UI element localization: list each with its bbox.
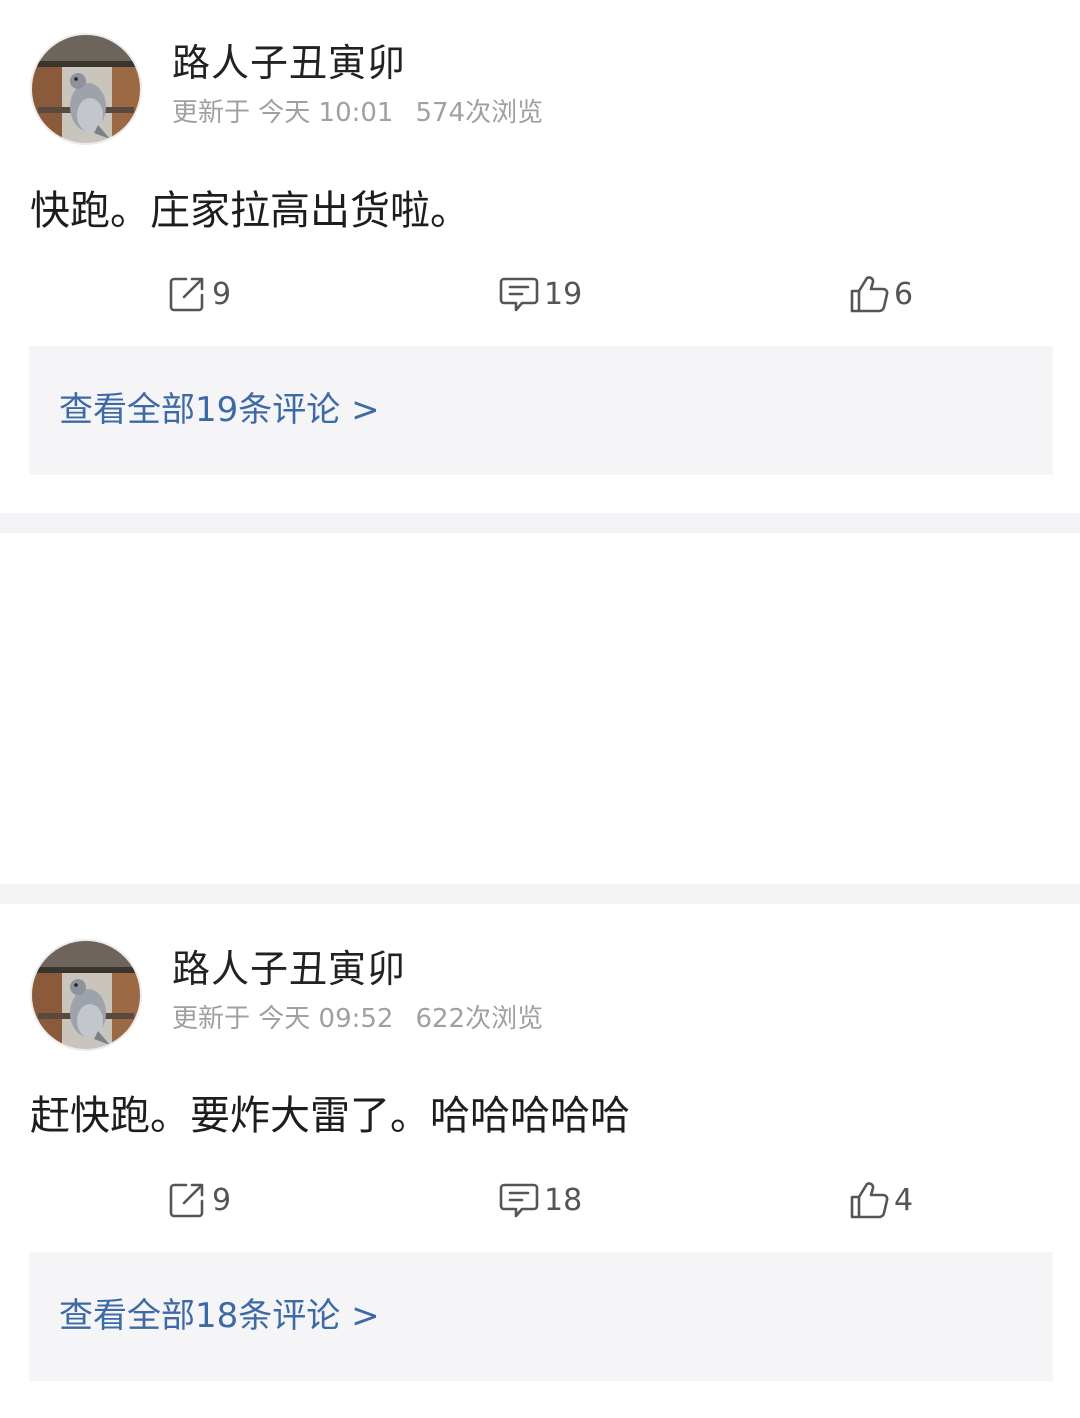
- view-count: 622次浏览: [415, 1004, 544, 1034]
- thumbs-up-icon: [850, 276, 889, 313]
- share-count: 9: [212, 1182, 232, 1218]
- comment-button[interactable]: 19: [498, 269, 582, 319]
- avatar[interactable]: [30, 33, 142, 145]
- comment-button[interactable]: 18: [498, 1175, 582, 1225]
- action-bar: 9 19 6: [0, 269, 1080, 319]
- view-all-comments[interactable]: 查看全部18条评论 >: [29, 1252, 1053, 1381]
- view-all-comments-link[interactable]: 查看全部18条评论 >: [59, 1293, 380, 1339]
- share-icon: [169, 1183, 204, 1218]
- share-count: 9: [212, 276, 232, 312]
- view-all-comments[interactable]: 查看全部19条评论 >: [29, 346, 1053, 475]
- comment-count: 19: [544, 276, 583, 312]
- author-name[interactable]: 路人子丑寅卯: [172, 40, 406, 86]
- like-button[interactable]: 4: [848, 1175, 913, 1225]
- share-icon: [169, 277, 204, 312]
- action-bar: 9 18 4: [0, 1175, 1080, 1225]
- author-name[interactable]: 路人子丑寅卯: [172, 946, 406, 992]
- divider: [0, 884, 1080, 904]
- thumbs-up-icon: [850, 1182, 889, 1219]
- view-count: 574次浏览: [415, 98, 544, 128]
- post-card: 路人子丑寅卯 更新于 今天 09:52 622次浏览 赶快跑。要炸大雷了。哈哈哈哈…: [0, 905, 1080, 1418]
- like-button[interactable]: 6: [848, 269, 913, 319]
- comment-icon: [499, 277, 539, 312]
- updated-time: 更新于 今天 10:01: [172, 98, 394, 128]
- comment-count: 18: [544, 1182, 583, 1218]
- avatar[interactable]: [30, 939, 142, 1051]
- share-button[interactable]: 9: [166, 269, 231, 319]
- post-content[interactable]: 快跑。庄家拉高出货啦。: [30, 186, 470, 236]
- pigeon-avatar-image: [32, 941, 140, 1049]
- view-all-comments-link[interactable]: 查看全部19条评论 >: [59, 387, 380, 433]
- pigeon-avatar-image: [32, 35, 140, 143]
- post-content[interactable]: 赶快跑。要炸大雷了。哈哈哈哈哈: [30, 1091, 630, 1141]
- post-meta: 更新于 今天 10:01 574次浏览: [172, 97, 543, 129]
- post-card: 路人子丑寅卯 更新于 今天 10:01 574次浏览 快跑。庄家拉高出货啦。 9 …: [0, 0, 1080, 512]
- empty-feed-area: [0, 533, 1080, 884]
- share-button[interactable]: 9: [166, 1175, 231, 1225]
- divider: [0, 513, 1080, 533]
- like-count: 4: [894, 1182, 914, 1218]
- updated-time: 更新于 今天 09:52: [172, 1004, 394, 1034]
- comment-icon: [499, 1183, 539, 1218]
- post-meta: 更新于 今天 09:52 622次浏览: [172, 1003, 543, 1035]
- like-count: 6: [894, 276, 914, 312]
